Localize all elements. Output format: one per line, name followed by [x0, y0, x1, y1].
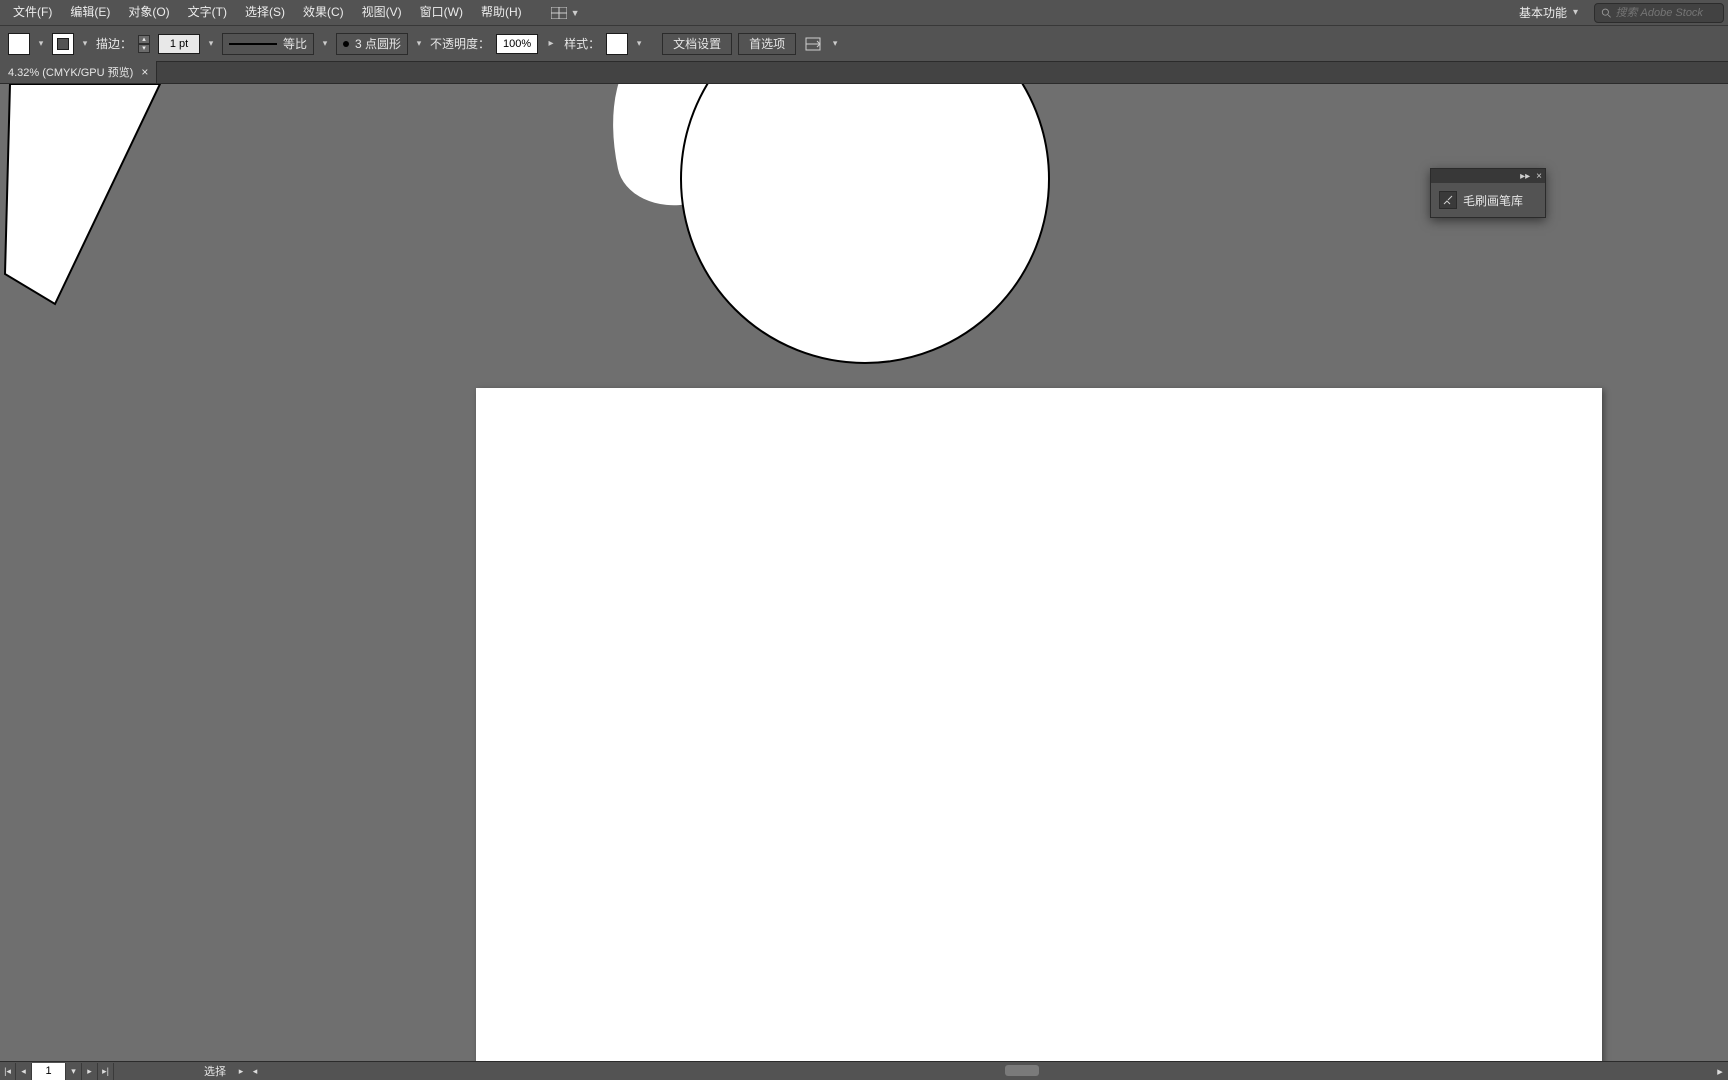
menu-view[interactable]: 视图(V): [353, 0, 411, 25]
first-artboard-button[interactable]: |◂: [0, 1063, 16, 1080]
variable-width-profile[interactable]: 等比: [222, 33, 314, 55]
stroke-swatch-menu[interactable]: ▾: [80, 33, 90, 55]
menu-file[interactable]: 文件(F): [4, 0, 61, 25]
document-tab-title: 4.32% (CMYK/GPU 预览): [8, 64, 133, 80]
artboard[interactable]: [476, 388, 1602, 1061]
search-icon: [1601, 7, 1612, 19]
control-bar: ▾ ▾ 描边： ▴▾ 1 pt ▾ 等比 ▾ 3 点圆形 ▾ 不透明度： 100…: [0, 25, 1728, 62]
arrange-documents-button[interactable]: ▼: [545, 0, 586, 25]
graphic-style-swatch[interactable]: [606, 33, 628, 55]
brush-library-panel[interactable]: ▸▸ × 毛刷画笔库: [1430, 168, 1546, 218]
close-icon[interactable]: ×: [141, 65, 148, 79]
style-label: 样式：: [564, 35, 600, 52]
stroke-weight-stepper[interactable]: ▴▾: [138, 35, 150, 53]
stroke-weight-field[interactable]: 1 pt: [158, 34, 200, 54]
vector-ellipse[interactable]: [680, 84, 1050, 364]
menu-edit[interactable]: 编辑(E): [61, 0, 119, 25]
document-tab[interactable]: 4.32% (CMYK/GPU 预览) ×: [0, 61, 157, 83]
panel-header[interactable]: ▸▸ ×: [1431, 169, 1545, 183]
search-adobe-stock[interactable]: [1594, 3, 1724, 23]
brush-dot-icon: [343, 41, 349, 47]
menu-effect[interactable]: 效果(C): [294, 0, 353, 25]
brush-label: 3 点圆形: [355, 35, 401, 52]
profile-label: 等比: [283, 35, 307, 52]
menu-type[interactable]: 文字(T): [179, 0, 236, 25]
next-artboard-button[interactable]: ▸: [82, 1063, 98, 1080]
scroll-right-button[interactable]: ▸: [1712, 1065, 1728, 1078]
stroke-weight-menu[interactable]: ▾: [206, 33, 216, 55]
search-input[interactable]: [1616, 7, 1718, 19]
align-icon: [805, 37, 821, 51]
collapse-icon[interactable]: ▸▸: [1520, 171, 1530, 182]
stroke-swatch[interactable]: [52, 33, 74, 55]
scrollbar-thumb[interactable]: [1005, 1065, 1039, 1076]
align-to-button[interactable]: [802, 33, 824, 55]
opacity-flyout[interactable]: ▸: [544, 33, 558, 55]
arrange-documents-icon: [551, 7, 567, 19]
horizontal-scrollbar[interactable]: [175, 1061, 1708, 1080]
vector-triangle[interactable]: [0, 84, 170, 314]
brush-menu[interactable]: ▾: [414, 33, 424, 55]
opacity-label: 不透明度：: [430, 35, 490, 52]
menu-object[interactable]: 对象(O): [119, 0, 178, 25]
chevron-down-icon: ▼: [571, 8, 580, 18]
panel-title: 毛刷画笔库: [1463, 192, 1523, 209]
opacity-field[interactable]: 100%: [496, 34, 538, 54]
align-menu[interactable]: ▾: [830, 33, 840, 55]
preferences-button[interactable]: 首选项: [738, 33, 796, 55]
stroke-profile-preview-icon: [229, 43, 277, 45]
style-menu[interactable]: ▾: [634, 33, 644, 55]
profile-menu[interactable]: ▾: [320, 33, 330, 55]
fill-swatch-menu[interactable]: ▾: [36, 33, 46, 55]
menu-window[interactable]: 窗口(W): [411, 0, 472, 25]
workspace-label: 基本功能: [1519, 4, 1567, 21]
menu-help[interactable]: 帮助(H): [472, 0, 531, 25]
last-artboard-button[interactable]: ▸|: [98, 1063, 114, 1080]
document-tab-strip: 4.32% (CMYK/GPU 预览) ×: [0, 62, 1728, 84]
document-setup-button[interactable]: 文档设置: [662, 33, 732, 55]
stroke-label: 描边：: [96, 35, 132, 52]
artboard-number-field[interactable]: 1: [32, 1063, 66, 1080]
fill-swatch[interactable]: [8, 33, 30, 55]
canvas[interactable]: [0, 84, 1728, 1061]
status-bar: |◂ ◂ 1 ▾ ▸ ▸| 选择 ▸◂ ▸: [0, 1061, 1728, 1080]
close-icon[interactable]: ×: [1536, 171, 1542, 182]
menu-select[interactable]: 选择(S): [236, 0, 294, 25]
chevron-down-icon: ▾: [1573, 7, 1578, 18]
workspace-switcher[interactable]: 基本功能 ▾: [1511, 4, 1586, 21]
brush-library-icon[interactable]: [1439, 191, 1457, 209]
artboard-menu[interactable]: ▾: [66, 1063, 82, 1080]
brush-definition[interactable]: 3 点圆形: [336, 33, 408, 55]
menu-bar: 文件(F) 编辑(E) 对象(O) 文字(T) 选择(S) 效果(C) 视图(V…: [0, 0, 1728, 25]
prev-artboard-button[interactable]: ◂: [16, 1063, 32, 1080]
